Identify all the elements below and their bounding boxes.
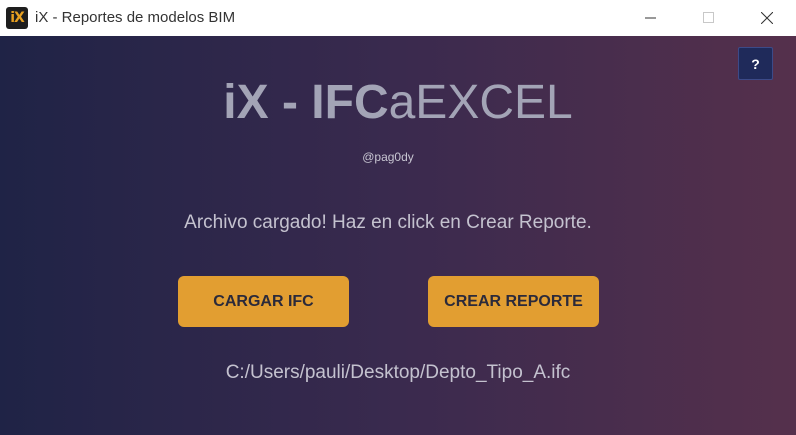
app-heading-regular: aEXCEL — [388, 76, 573, 129]
maximize-button[interactable] — [680, 0, 738, 36]
close-icon — [761, 12, 773, 24]
app-icon: iX — [6, 7, 28, 29]
load-ifc-button[interactable]: CARGAR IFC — [178, 276, 349, 327]
app-heading-bold: iX - IFC — [223, 76, 389, 129]
title-bar: iX iX - Reportes de modelos BIM — [0, 0, 796, 36]
minimize-button[interactable] — [622, 0, 680, 36]
author-handle: @pag0dy — [362, 150, 414, 164]
status-message: Archivo cargado! Haz en click en Crear R… — [184, 212, 592, 233]
create-report-button[interactable]: CREAR REPORTE — [428, 276, 599, 327]
window-title: iX - Reportes de modelos BIM — [35, 9, 236, 26]
close-button[interactable] — [738, 0, 796, 36]
minimize-icon — [645, 17, 656, 19]
file-path: C:/Users/pauli/Desktop/Depto_Tipo_A.ifc — [225, 362, 571, 383]
app-heading: iX - IFCaEXCEL — [0, 72, 796, 134]
main-panel: ? iX - IFCaEXCEL @pag0dy Archivo cargado… — [0, 36, 796, 435]
maximize-icon — [703, 12, 714, 23]
